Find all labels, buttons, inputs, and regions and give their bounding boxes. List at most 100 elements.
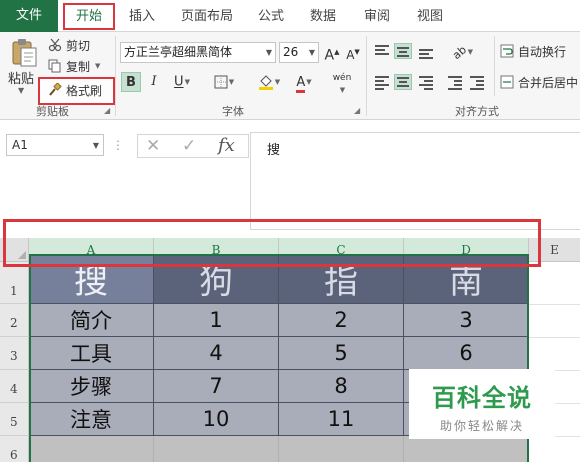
chevron-down-icon: ▼ [265,48,272,57]
row-header-3[interactable]: 3 [0,337,29,370]
bold-button[interactable]: B [121,72,141,92]
ribbon: 粘贴 ▼ 剪切 复制 ▼ 格式刷 剪贴板 ◢ 方正兰亭超细黑简体 ▼ 26 ▼ … [0,32,580,120]
row-header-6[interactable]: 6 [0,436,29,462]
font-name-value: 方正兰亭超细黑简体 [124,45,233,59]
tab-insert[interactable]: 插入 [127,7,157,27]
cell-c6[interactable] [279,436,404,462]
font-color-button[interactable]: A▼ [290,72,318,93]
column-header-e[interactable]: E [529,238,580,262]
underline-button[interactable]: U▼ [167,72,197,92]
copy-label: 复制 [66,59,91,74]
formula-input[interactable]: 搜 [250,132,580,230]
align-top-icon[interactable] [373,44,391,60]
cell-c2[interactable]: 2 [279,304,404,337]
cell-b6[interactable] [154,436,279,462]
row-header-1[interactable]: 1 [0,262,29,304]
underline-label: U [174,74,184,90]
cell-c4[interactable]: 8 [279,370,404,403]
cell-c5[interactable]: 11 [279,403,404,436]
cell-c1[interactable]: 指 [279,254,404,304]
phonetic-guide-button[interactable]: wén ▼ [328,72,356,94]
align-center-icon[interactable] [394,74,412,90]
cut-button[interactable]: 剪切 [48,36,90,54]
tab-review[interactable]: 审阅 [362,7,392,27]
enter-check-icon[interactable]: ✓ [182,136,196,156]
tab-home[interactable]: 开始 [63,3,115,30]
cell-d6[interactable] [404,436,529,462]
copy-button[interactable]: 复制 ▼ [48,57,100,75]
borders-icon [214,75,228,89]
align-right-icon[interactable] [417,75,435,91]
align-left-icon[interactable] [373,75,391,91]
align-middle-icon[interactable] [394,43,412,59]
paste-button[interactable]: 粘贴 [8,68,34,87]
paste-icon[interactable] [10,38,38,68]
wrap-text-button[interactable]: 自动换行 [500,42,566,60]
tab-view[interactable]: 视图 [415,7,445,27]
cell-a6[interactable] [29,436,154,462]
chevron-down-icon[interactable]: ▼ [93,136,99,156]
cancel-icon[interactable]: ✕ [146,136,160,156]
cell-b4[interactable]: 7 [154,370,279,403]
tab-file[interactable]: 文件 [0,0,58,32]
formula-bar: A1 ▼ ⋮ ✕ ✓ fx 搜 [0,120,580,230]
font-size-value: 26 [283,45,299,59]
fill-color-button[interactable]: ▼ [252,72,286,92]
cell-b5[interactable]: 10 [154,403,279,436]
name-box[interactable]: A1 ▼ [6,134,104,156]
chevron-down-icon: ▼ [308,48,315,57]
watermark-subtitle: 助你轻松解决 [439,419,524,433]
merge-cells-icon [500,75,514,89]
font-dialog-launcher-icon[interactable]: ◢ [354,106,360,115]
group-separator [115,36,116,116]
copy-icon [48,59,61,73]
italic-button[interactable]: I [146,72,162,92]
font-color-label: A [296,74,306,93]
font-size-select[interactable]: 26 ▼ [279,42,319,63]
alignment-group-label: 对齐方式 [455,105,499,118]
cell-d3[interactable]: 6 [404,337,529,370]
font-group-label: 字体 [222,105,244,118]
borders-button[interactable]: ▼ [208,72,240,92]
tab-formulas[interactable]: 公式 [256,7,286,27]
copy-dropdown-icon[interactable]: ▼ [95,62,100,70]
cell-a2[interactable]: 简介 [29,304,154,337]
ribbon-tab-bar: 文件 开始 插入 页面布局 公式 数据 审阅 视图 [0,0,580,32]
cut-label: 剪切 [66,38,91,53]
row-header-2[interactable]: 2 [0,304,29,337]
row-header-5[interactable]: 5 [0,403,29,436]
cell-b1[interactable]: 狗 [154,254,279,304]
paintbrush-icon [49,83,62,96]
row-header-4[interactable]: 4 [0,370,29,403]
shrink-font-button[interactable]: A▼ [344,42,362,62]
cell-a5[interactable]: 注意 [29,403,154,436]
clipboard-dialog-launcher-icon[interactable]: ◢ [104,106,110,115]
font-name-select[interactable]: 方正兰亭超细黑简体 ▼ [120,42,276,63]
select-all-icon [18,251,26,259]
paste-dropdown-icon[interactable]: ▼ [18,86,24,95]
cell-a1[interactable]: 搜 [29,254,154,304]
name-box-value: A1 [12,138,28,152]
cell-b3[interactable]: 4 [154,337,279,370]
cell-a4[interactable]: 步骤 [29,370,154,403]
grow-font-button[interactable]: A▲ [323,42,341,64]
tab-data[interactable]: 数据 [308,7,338,27]
merge-center-button[interactable]: 合并后居中 [500,73,578,91]
formula-content: 搜 [267,143,281,158]
cell-d2[interactable]: 3 [404,304,529,337]
cell-d1[interactable]: 南 [404,254,529,304]
phonetic-label: wén [332,73,352,83]
tab-page-layout[interactable]: 页面布局 [179,7,235,27]
align-bottom-icon[interactable] [417,44,435,60]
watermark-title: 百科全说 [432,384,532,412]
scissors-icon [48,38,62,52]
cell-a3[interactable]: 工具 [29,337,154,370]
select-all-button[interactable] [0,238,29,262]
insert-function-button[interactable]: fx [218,135,235,156]
orientation-button[interactable]: ab▼ [448,42,478,62]
increase-indent-icon[interactable] [468,75,486,91]
format-painter-button[interactable]: 格式刷 [48,81,102,99]
cell-c3[interactable]: 5 [279,337,404,370]
cell-b2[interactable]: 1 [154,304,279,337]
decrease-indent-icon[interactable] [446,75,464,91]
